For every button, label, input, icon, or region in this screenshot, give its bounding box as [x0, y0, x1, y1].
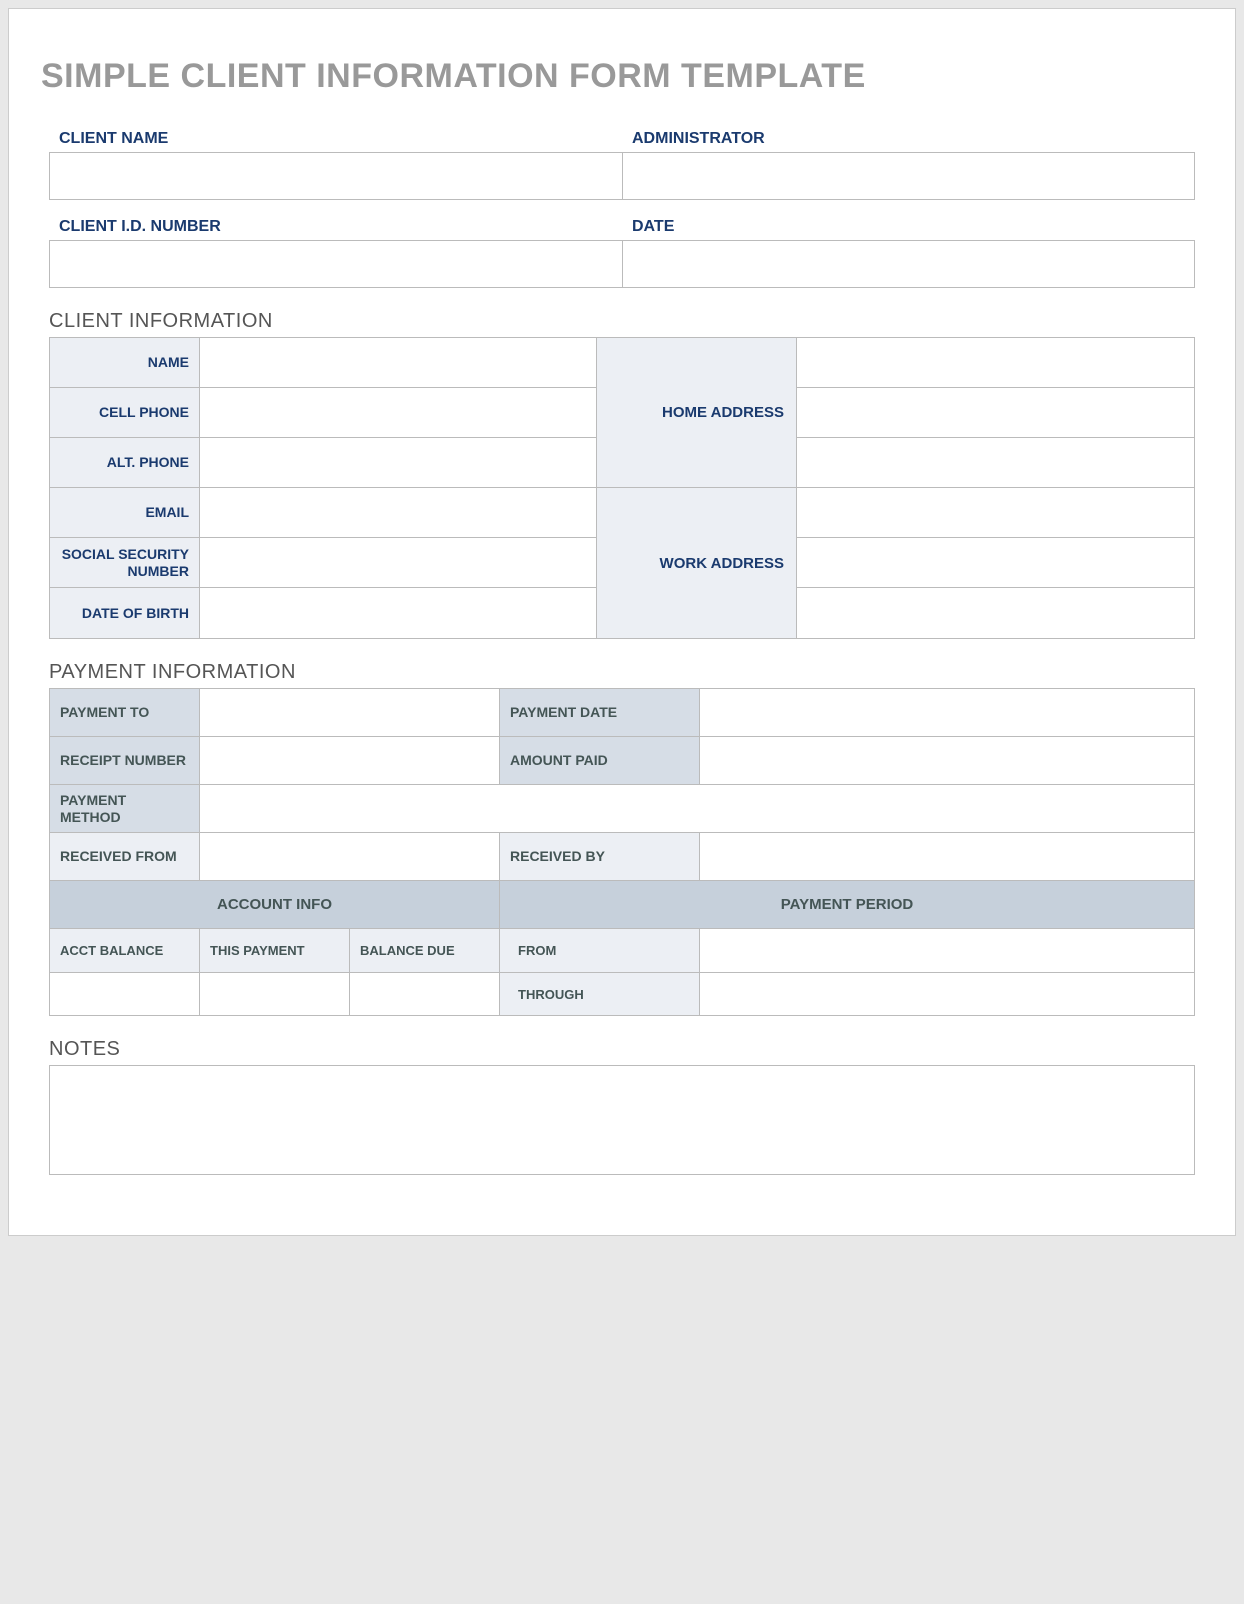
- receipt-number-input[interactable]: [200, 737, 500, 785]
- dob-input[interactable]: [200, 588, 597, 638]
- header-row-1: CLIENT NAME ADMINISTRATOR: [49, 124, 1195, 200]
- home-address-input-2[interactable]: [797, 388, 1194, 438]
- payment-date-input[interactable]: [700, 689, 1194, 737]
- from-input[interactable]: [700, 929, 1194, 973]
- payment-info-section-title: PAYMENT INFORMATION: [49, 661, 1195, 684]
- client-name-label: CLIENT NAME: [49, 124, 622, 152]
- page: SIMPLE CLIENT INFORMATION FORM TEMPLATE …: [8, 8, 1236, 1236]
- through-label: THROUGH: [500, 973, 700, 1015]
- this-payment-input[interactable]: [200, 973, 350, 1015]
- payment-info-table: PAYMENT TO PAYMENT DATE RECEIPT NUMBER A…: [49, 688, 1195, 1016]
- payment-to-input[interactable]: [200, 689, 500, 737]
- dob-label: DATE OF BIRTH: [50, 588, 200, 638]
- notes-input[interactable]: [49, 1065, 1195, 1175]
- email-label: EMAIL: [50, 488, 200, 538]
- client-info-table: NAME HOME ADDRESS CELL PHONE ALT. PHONE …: [49, 337, 1195, 639]
- home-address-label: HOME ADDRESS: [597, 338, 797, 488]
- home-address-input-3[interactable]: [797, 438, 1194, 488]
- acct-balance-label: ACCT BALANCE: [50, 929, 200, 973]
- work-address-input-1[interactable]: [797, 488, 1194, 538]
- client-name-input[interactable]: [49, 152, 622, 200]
- received-from-label: RECEIVED FROM: [50, 833, 200, 881]
- administrator-input[interactable]: [622, 152, 1195, 200]
- alt-phone-input[interactable]: [200, 438, 597, 488]
- balance-due-input[interactable]: [350, 973, 500, 1015]
- received-from-input[interactable]: [200, 833, 500, 881]
- ssn-input[interactable]: [200, 538, 597, 588]
- date-input[interactable]: [622, 240, 1195, 288]
- cell-phone-input[interactable]: [200, 388, 597, 438]
- ssn-label: SOCIAL SECURITY NUMBER: [50, 538, 200, 588]
- notes-section-title: NOTES: [49, 1038, 1195, 1061]
- administrator-label: ADMINISTRATOR: [622, 124, 1195, 152]
- payment-date-label: PAYMENT DATE: [500, 689, 700, 737]
- header-row-2: CLIENT I.D. NUMBER DATE: [49, 212, 1195, 288]
- payment-period-header: PAYMENT PERIOD: [500, 881, 1194, 929]
- payment-method-label: PAYMENT METHOD: [50, 785, 200, 833]
- email-input[interactable]: [200, 488, 597, 538]
- client-id-label: CLIENT I.D. NUMBER: [49, 212, 622, 240]
- acct-balance-input[interactable]: [50, 973, 200, 1015]
- balance-due-label: BALANCE DUE: [350, 929, 500, 973]
- payment-method-input[interactable]: [200, 785, 1194, 833]
- received-by-input[interactable]: [700, 833, 1194, 881]
- received-by-label: RECEIVED BY: [500, 833, 700, 881]
- home-address-input-1[interactable]: [797, 338, 1194, 388]
- form-title: SIMPLE CLIENT INFORMATION FORM TEMPLATE: [41, 57, 1203, 96]
- through-input[interactable]: [700, 973, 1194, 1015]
- amount-paid-label: AMOUNT PAID: [500, 737, 700, 785]
- amount-paid-input[interactable]: [700, 737, 1194, 785]
- this-payment-label: THIS PAYMENT: [200, 929, 350, 973]
- work-address-input-2[interactable]: [797, 538, 1194, 588]
- receipt-number-label: RECEIPT NUMBER: [50, 737, 200, 785]
- from-label: FROM: [500, 929, 700, 973]
- alt-phone-label: ALT. PHONE: [50, 438, 200, 488]
- date-label: DATE: [622, 212, 1195, 240]
- client-id-input[interactable]: [49, 240, 622, 288]
- client-info-section-title: CLIENT INFORMATION: [49, 310, 1195, 333]
- account-info-header: ACCOUNT INFO: [50, 881, 500, 929]
- name-input[interactable]: [200, 338, 597, 388]
- payment-to-label: PAYMENT TO: [50, 689, 200, 737]
- name-label: NAME: [50, 338, 200, 388]
- work-address-input-3[interactable]: [797, 588, 1194, 638]
- work-address-label: WORK ADDRESS: [597, 488, 797, 638]
- cell-phone-label: CELL PHONE: [50, 388, 200, 438]
